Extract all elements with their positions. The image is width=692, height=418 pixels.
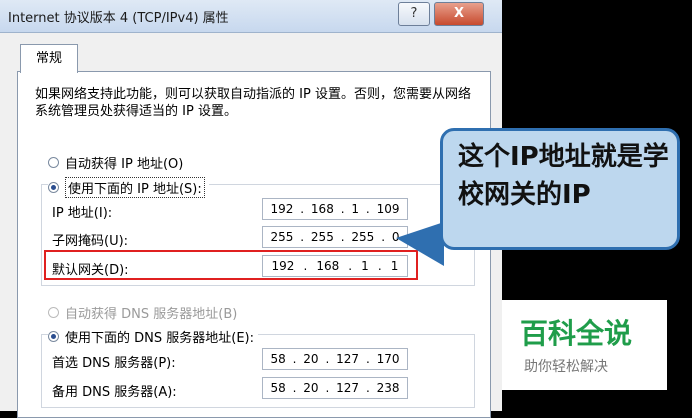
preferred-dns-field[interactable]: 58. 20. 127. 170 bbox=[262, 348, 408, 370]
title-bar: Internet 协议版本 4 (TCP/IPv4) 属性 ? X bbox=[0, 0, 502, 33]
help-button[interactable]: ? bbox=[398, 2, 430, 26]
octet-dot: . bbox=[340, 230, 345, 244]
manual-ip-radio[interactable]: 使用下面的 IP 地址(S): bbox=[48, 177, 209, 198]
manual-dns-radio[interactable]: 使用下面的 DNS 服务器地址(E): bbox=[48, 327, 258, 346]
octet-dot: . bbox=[292, 381, 297, 395]
watermark-logo: 百科全说 助你轻松解决 bbox=[502, 300, 667, 390]
auto-ip-label: 自动获得 IP 地址(O) bbox=[65, 157, 184, 172]
description-text: 如果网络支持此功能，则可以获取自动指派的 IP 设置。否则，您需要从网络系统管理… bbox=[35, 87, 471, 119]
octet: 58 bbox=[270, 352, 286, 366]
ip-address-label: IP 地址(I): bbox=[52, 206, 113, 221]
callout-text: 这个IP地址就是学校网关的IP bbox=[458, 142, 669, 210]
radio-dot-selected bbox=[48, 331, 59, 342]
octet: 170 bbox=[376, 352, 400, 366]
auto-dns-radio[interactable]: 自动获得 DNS 服务器地址(B) bbox=[48, 303, 237, 322]
octet: 127 bbox=[336, 352, 360, 366]
octet-dot: . bbox=[381, 230, 386, 244]
octet: 192 bbox=[270, 202, 294, 216]
tab-general[interactable]: 常规 bbox=[20, 44, 78, 73]
watermark-title: 百科全说 bbox=[520, 317, 633, 350]
auto-dns-label: 自动获得 DNS 服务器地址(B) bbox=[65, 307, 238, 322]
octet-dot: . bbox=[365, 381, 370, 395]
octet: 127 bbox=[336, 381, 360, 395]
ip-address-field[interactable]: 192. 168. 1. 109 bbox=[262, 198, 408, 220]
octet-dot: . bbox=[300, 202, 305, 216]
radio-dot-selected bbox=[48, 182, 59, 193]
octet-dot: . bbox=[340, 202, 345, 216]
octet: 109 bbox=[376, 202, 400, 216]
octet-dot: . bbox=[292, 352, 297, 366]
callout-pointer bbox=[396, 222, 444, 266]
gateway-highlight-box bbox=[44, 250, 418, 280]
subnet-mask-field[interactable]: 255. 255. 255. 0 bbox=[262, 226, 408, 248]
octet-dot: . bbox=[325, 381, 330, 395]
radio-dot bbox=[48, 157, 59, 168]
properties-dialog: Internet 协议版本 4 (TCP/IPv4) 属性 ? X 常规 如果网… bbox=[0, 0, 502, 418]
octet: 1 bbox=[351, 202, 360, 216]
subnet-mask-label: 子网掩码(U): bbox=[52, 234, 129, 249]
octet: 255 bbox=[351, 230, 375, 244]
manual-ip-label: 使用下面的 IP 地址(S): bbox=[65, 177, 205, 198]
preferred-dns-label: 首选 DNS 服务器(P): bbox=[52, 356, 176, 371]
octet: 20 bbox=[303, 381, 319, 395]
octet-dot: . bbox=[365, 202, 370, 216]
auto-ip-radio[interactable]: 自动获得 IP 地址(O) bbox=[48, 153, 183, 172]
octet: 255 bbox=[270, 230, 294, 244]
octet: 255 bbox=[310, 230, 334, 244]
octet: 168 bbox=[310, 202, 334, 216]
alternate-dns-field[interactable]: 58. 20. 127. 238 bbox=[262, 377, 408, 399]
watermark-subtitle: 助你轻松解决 bbox=[524, 359, 608, 375]
manual-dns-label: 使用下面的 DNS 服务器地址(E): bbox=[65, 331, 254, 346]
octet-dot: . bbox=[325, 352, 330, 366]
window-title: Internet 协议版本 4 (TCP/IPv4) 属性 bbox=[8, 11, 229, 26]
octet: 238 bbox=[376, 381, 400, 395]
octet-dot: . bbox=[365, 352, 370, 366]
radio-dot bbox=[48, 307, 59, 318]
octet: 58 bbox=[270, 381, 286, 395]
octet: 20 bbox=[303, 352, 319, 366]
alternate-dns-label: 备用 DNS 服务器(A): bbox=[52, 385, 177, 400]
close-button[interactable]: X bbox=[434, 2, 484, 26]
octet-dot: . bbox=[300, 230, 305, 244]
